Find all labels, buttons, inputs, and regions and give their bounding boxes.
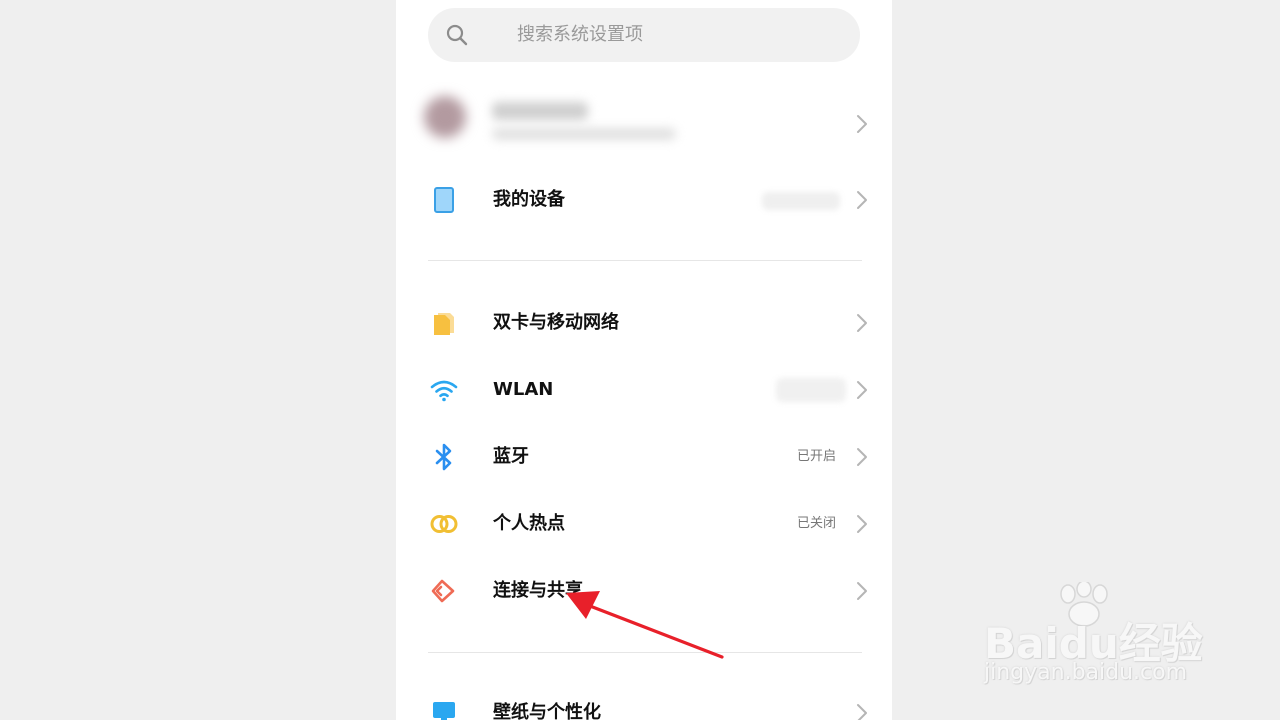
hotspot-rings-icon bbox=[428, 508, 460, 540]
row-status: 已关闭 bbox=[796, 516, 836, 531]
row-label: 双卡与移动网络 bbox=[493, 312, 619, 333]
settings-row-connection-share[interactable]: 连接与共享 bbox=[396, 558, 892, 624]
baidu-watermark: Baidu经验 jingyan.baidu.com bbox=[980, 582, 1220, 692]
wallpaper-icon bbox=[428, 697, 460, 720]
account-id-blurred bbox=[492, 128, 676, 140]
settings-row-bluetooth[interactable]: 蓝牙 已开启 bbox=[396, 424, 892, 490]
row-label: 连接与共享 bbox=[493, 580, 583, 601]
chevron-right-icon bbox=[857, 314, 867, 332]
settings-row-sim[interactable]: 双卡与移动网络 bbox=[396, 290, 892, 356]
bluetooth-icon bbox=[428, 441, 460, 473]
chevron-right-icon bbox=[857, 582, 867, 600]
chevron-right-icon bbox=[857, 515, 867, 533]
device-name-blurred bbox=[762, 192, 840, 210]
wlan-name-blurred bbox=[776, 378, 846, 402]
chevron-right-icon bbox=[857, 704, 867, 720]
chevron-right-icon bbox=[857, 115, 867, 133]
wifi-icon bbox=[428, 374, 460, 406]
tablet-device-icon bbox=[428, 184, 460, 216]
settings-screen: 搜索系统设置项 我的设备 双卡与移动网络 WLAN 蓝牙 已开启 个人热点 已关… bbox=[396, 0, 892, 720]
search-placeholder: 搜索系统设置项 bbox=[517, 24, 643, 45]
my-device-label: 我的设备 bbox=[493, 189, 565, 210]
watermark-url: jingyan.baidu.com bbox=[984, 660, 1188, 685]
row-label: 个人热点 bbox=[493, 513, 565, 534]
search-icon bbox=[446, 24, 468, 46]
chevron-right-icon bbox=[857, 191, 867, 209]
section-divider bbox=[428, 652, 862, 653]
section-divider bbox=[428, 260, 862, 261]
row-status: 已开启 bbox=[796, 449, 836, 464]
my-device-row[interactable]: 我的设备 bbox=[396, 167, 892, 233]
account-name-blurred bbox=[492, 102, 588, 120]
connection-share-icon bbox=[428, 575, 460, 607]
settings-row-wallpaper[interactable]: 壁纸与个性化 bbox=[396, 680, 892, 720]
settings-row-hotspot[interactable]: 个人热点 已关闭 bbox=[396, 491, 892, 557]
row-label: WLAN bbox=[493, 379, 554, 400]
sim-card-icon bbox=[428, 307, 460, 339]
settings-row-wlan[interactable]: WLAN bbox=[396, 357, 892, 423]
chevron-right-icon bbox=[857, 381, 867, 399]
account-row[interactable] bbox=[396, 84, 892, 164]
chevron-right-icon bbox=[857, 448, 867, 466]
avatar bbox=[424, 96, 466, 138]
row-label: 壁纸与个性化 bbox=[493, 702, 601, 720]
row-label: 蓝牙 bbox=[493, 446, 529, 467]
search-bar[interactable]: 搜索系统设置项 bbox=[428, 8, 860, 62]
